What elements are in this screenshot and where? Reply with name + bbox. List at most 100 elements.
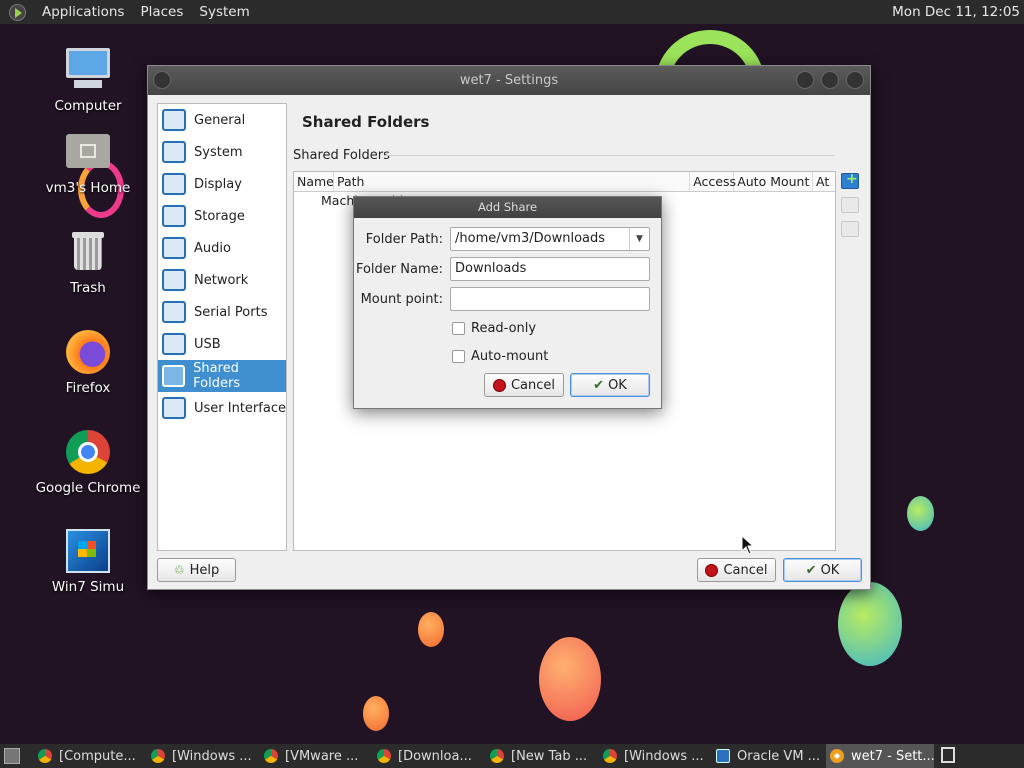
dialog-cancel-label: Cancel — [510, 377, 556, 393]
settings-gear-icon — [830, 749, 844, 763]
window-titlebar[interactable]: wet7 - Settings — [148, 66, 870, 95]
dialog-titlebar[interactable]: Add Share — [354, 197, 661, 218]
taskbar-item[interactable]: [VMware ... — [264, 744, 372, 768]
taskbar-item[interactable]: [Compute... — [38, 744, 146, 768]
desktop-icon-label: Firefox — [65, 380, 111, 396]
chrome-icon — [38, 749, 52, 763]
cancel-button-label: Cancel — [723, 562, 768, 578]
decor-blob-orange-small2 — [363, 696, 389, 731]
desktop-icon-label: Trash — [70, 280, 106, 296]
auto-mount-checkbox[interactable]: Auto-mount — [452, 349, 548, 364]
chrome-icon — [264, 749, 278, 763]
mouse-pointer-icon — [741, 535, 755, 555]
menu-applications[interactable]: Applications — [42, 4, 124, 20]
sidebar-item-storage[interactable]: Storage — [158, 200, 286, 232]
read-only-checkbox[interactable]: Read-only — [452, 321, 536, 336]
taskbar-item-label: [VMware ... — [285, 748, 359, 764]
sidebar-item-audio[interactable]: Audio — [158, 232, 286, 264]
serial-ports-icon — [162, 301, 186, 323]
dialog-cancel-button[interactable]: Cancel — [484, 373, 564, 397]
taskbar-item-label: [Compute... — [59, 748, 136, 764]
desktop-icon-label: Computer — [54, 98, 122, 114]
sidebar-item-display[interactable]: Display — [158, 168, 286, 200]
column-header-at[interactable]: At — [813, 172, 835, 191]
distro-logo-icon[interactable] — [9, 3, 26, 21]
desktop-icon-label: vm3's Home — [45, 180, 131, 196]
workspace-switcher-icon[interactable] — [941, 747, 955, 763]
sidebar-item-usb[interactable]: USB — [158, 328, 286, 360]
sidebar-item-system[interactable]: System — [158, 136, 286, 168]
desktop-icon-win7[interactable]: Win7 Simu — [28, 527, 148, 595]
decor-blob-teal-small — [907, 496, 934, 531]
audio-icon — [162, 237, 186, 259]
win7-icon — [64, 527, 112, 575]
chrome-icon — [603, 749, 617, 763]
sidebar-item-general[interactable]: General — [158, 104, 286, 136]
taskbar-item-label: [New Tab ... — [511, 748, 588, 764]
checkbox-box[interactable] — [452, 350, 465, 363]
ok-button[interactable]: ✔ OK — [783, 558, 862, 582]
sidebar-item-serial-ports[interactable]: Serial Ports — [158, 296, 286, 328]
general-icon — [162, 109, 186, 131]
show-desktop-icon[interactable] — [4, 748, 20, 764]
edit-shared-folder-icon[interactable] — [841, 197, 859, 213]
remove-shared-folder-icon[interactable] — [841, 221, 859, 237]
window-menu-icon[interactable] — [153, 71, 171, 89]
desktop-icon-computer[interactable]: Computer — [28, 46, 148, 114]
minimize-icon[interactable] — [796, 71, 814, 89]
maximize-icon[interactable] — [821, 71, 839, 89]
sidebar-item-label: Serial Ports — [194, 304, 268, 320]
help-button[interactable]: ♲ Help — [157, 558, 236, 582]
bottom-taskbar: [Compute... [Windows ... [VMware ... [Do… — [0, 744, 1024, 768]
column-header-access[interactable]: Access — [690, 172, 736, 191]
sidebar-item-label: Storage — [194, 208, 245, 224]
clock[interactable]: Mon Dec 11, 12:05 — [892, 4, 1020, 20]
taskbar-item[interactable]: [New Tab ... — [490, 744, 598, 768]
desktop-icon-home[interactable]: vm3's Home — [28, 128, 148, 196]
chrome-icon — [377, 749, 391, 763]
column-header-auto-mount[interactable]: Auto Mount — [734, 172, 814, 191]
sidebar-item-label: Shared Folders — [193, 361, 241, 391]
firefox-icon — [64, 328, 112, 376]
section-label: Shared Folders — [293, 148, 390, 163]
close-icon[interactable] — [846, 71, 864, 89]
taskbar-item-label: wet7 - Sett... — [851, 748, 934, 764]
sidebar-item-label: Audio — [194, 240, 231, 256]
storage-icon — [162, 205, 186, 227]
folder-name-value: Downloads — [455, 261, 527, 276]
trash-icon — [64, 228, 112, 276]
sidebar-item-label: USB — [194, 336, 221, 352]
desktop-icon-firefox[interactable]: Firefox — [28, 328, 148, 396]
folder-name-label: Folder Name: — [355, 262, 443, 277]
chevron-down-icon[interactable]: ▼ — [629, 228, 649, 250]
folder-name-field[interactable]: Downloads — [450, 257, 650, 281]
checkbox-box[interactable] — [452, 322, 465, 335]
taskbar-item-active[interactable]: wet7 - Sett... — [826, 744, 934, 768]
add-shared-folder-icon[interactable]: + — [841, 171, 859, 189]
sidebar-item-shared-folders[interactable]: Shared Folders — [158, 360, 286, 392]
dialog-ok-button[interactable]: ✔ OK — [570, 373, 650, 397]
decor-blob-teal-large — [838, 582, 902, 666]
cancel-button[interactable]: Cancel — [697, 558, 776, 582]
auto-mount-label: Auto-mount — [471, 349, 549, 364]
desktop-icon-chrome[interactable]: Google Chrome — [28, 428, 148, 496]
help-button-label: Help — [189, 562, 220, 578]
taskbar-item-label: [Windows ... — [624, 748, 704, 764]
taskbar-item-label: [Downloa... — [398, 748, 472, 764]
folder-path-combobox[interactable]: /home/vm3/Downloads ▼ — [450, 227, 650, 251]
sidebar-item-user-interface[interactable]: User Interface — [158, 392, 286, 424]
taskbar-item[interactable]: [Windows ... — [151, 744, 259, 768]
desktop-icon-trash[interactable]: Trash — [28, 228, 148, 296]
menu-places[interactable]: Places — [140, 4, 183, 20]
column-header-name[interactable]: Name — [294, 172, 334, 191]
taskbar-item[interactable]: [Windows ... — [603, 744, 711, 768]
taskbar-item[interactable]: [Downloa... — [377, 744, 485, 768]
sidebar-item-label: General — [194, 112, 246, 128]
column-header-path[interactable]: Path — [334, 172, 691, 191]
mount-point-field[interactable] — [450, 287, 650, 311]
menu-system[interactable]: System — [199, 4, 249, 20]
top-panel: Applications Places System Mon Dec 11, 1… — [0, 0, 1024, 24]
taskbar-item[interactable]: Oracle VM ... — [716, 744, 822, 768]
add-share-dialog: Add Share Folder Path: /home/vm3/Downloa… — [353, 196, 662, 409]
sidebar-item-network[interactable]: Network — [158, 264, 286, 296]
